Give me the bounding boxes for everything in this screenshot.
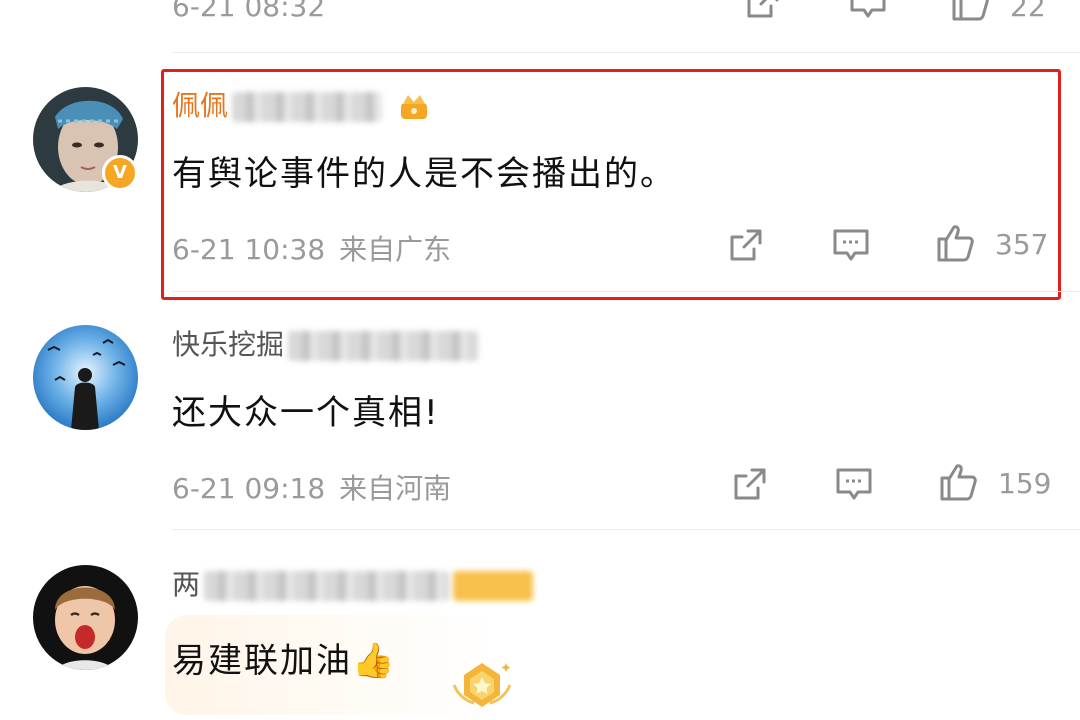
author-name: 快乐挖掘 [172,328,285,361]
comment-item: 6-21 08:32 22 [0,0,1080,52]
thumbs-up-icon[interactable] [950,0,990,22]
comment-author[interactable]: 快乐挖掘 [172,323,479,363]
thumbs-up-icon[interactable] [935,223,975,263]
like-count: 22 [1010,0,1046,23]
like-count: 159 [998,467,1052,500]
like-count: 357 [995,228,1049,261]
comment-location: 来自河南 [339,472,452,505]
comment-time: 6-21 09:18 [172,472,326,505]
blurred-name [232,92,383,122]
author-name: 两 [172,568,201,601]
divider [172,291,1080,292]
comment-text: 易建联加油👍 [172,641,397,681]
blurred-badge [453,571,534,601]
comment-time: 6-21 08:32 [172,0,326,23]
share-icon[interactable] [743,0,783,22]
comment-location: 来自广东 [339,233,452,266]
reply-icon[interactable] [848,0,888,22]
thumbs-up-icon[interactable] [938,462,978,502]
blurred-name [204,571,450,601]
verified-badge: V [102,155,138,191]
share-icon[interactable] [726,225,766,265]
comment-author[interactable]: 佩佩 [172,84,431,124]
share-icon[interactable] [730,464,770,504]
comment-author[interactable]: 两 [172,563,534,603]
avatar[interactable] [33,565,138,670]
comment-meta: 6-21 09:18 来自河南 [172,467,451,507]
comment-time: 6-21 10:38 [172,233,326,266]
comment-text: 有舆论事件的人是不会播出的。 [172,154,676,194]
avatar[interactable] [33,325,138,430]
divider [172,529,1080,530]
reply-icon[interactable] [834,464,874,504]
blurred-name [288,331,479,361]
comment-meta: 6-21 08:32 [172,0,325,23]
comment-meta: 6-21 10:38 来自广东 [172,228,451,268]
reply-icon[interactable] [831,225,871,265]
author-name: 佩佩 [172,89,229,122]
medal-icon [452,663,512,707]
comment-text: 还大众一个真相! [172,393,440,433]
divider [172,52,1080,53]
crown-icon [400,95,427,119]
